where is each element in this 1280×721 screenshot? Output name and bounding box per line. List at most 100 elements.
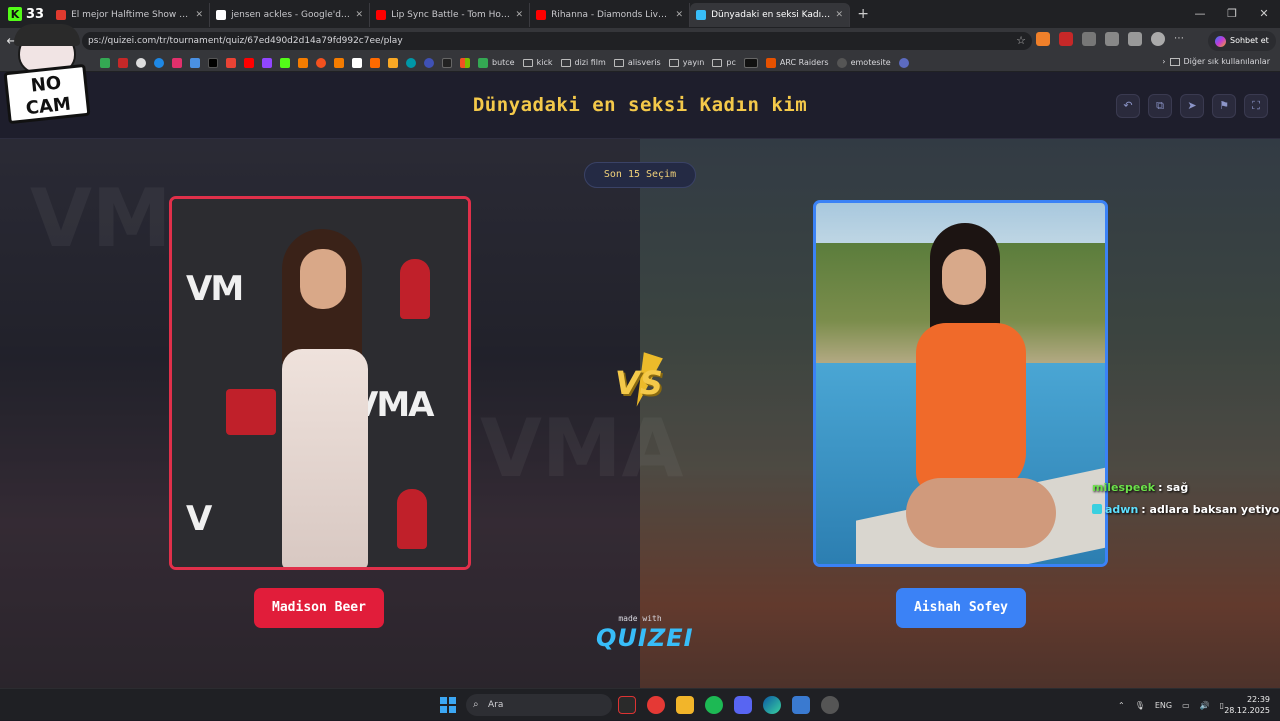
edge-icon[interactable] <box>763 696 781 714</box>
hb-icon[interactable] <box>334 57 344 68</box>
report-flag-button[interactable]: ⚑ <box>1212 94 1236 118</box>
taskbar-search[interactable]: ⌕ Ara <box>466 694 612 716</box>
youtube-icon[interactable] <box>244 57 254 68</box>
bookmark-folder-alisveris[interactable]: alisveris <box>613 58 661 67</box>
bookmark-folder-pc[interactable]: pc <box>712 58 736 67</box>
chat-username: milespeek <box>1092 480 1156 494</box>
bookmark-arc-raiders[interactable]: ARC Raiders <box>765 57 829 68</box>
app-icon[interactable] <box>821 696 839 714</box>
microphone-icon[interactable]: 🎙 <box>1135 701 1145 710</box>
tab-close-icon[interactable]: ✕ <box>676 10 684 20</box>
bookmark-icon[interactable] <box>154 57 164 68</box>
option-card-right[interactable] <box>813 200 1108 567</box>
url-field[interactable]: ps://quizei.com/tr/tournament/quiz/67ed4… <box>82 32 1032 50</box>
app-icon[interactable] <box>792 696 810 714</box>
extension-icon[interactable] <box>1036 32 1050 46</box>
favorites-icon[interactable] <box>1128 32 1142 46</box>
split-screen-icon[interactable] <box>1105 32 1119 46</box>
amazon-icon[interactable] <box>352 57 362 68</box>
bookmark-icon[interactable] <box>442 57 452 68</box>
bookmark-icon[interactable] <box>898 57 909 68</box>
kick-icon[interactable] <box>280 57 290 68</box>
bookmark-folder-yayin[interactable]: yayın <box>668 58 704 67</box>
bookmark-emotesite[interactable]: emotesite <box>836 57 891 68</box>
browser-tab[interactable]: Rihanna - Diamonds Live Victoria's ✕ <box>530 3 691 27</box>
taskbar-clock[interactable]: 22:39 28.12.2025 <box>1224 694 1270 716</box>
tab-close-icon[interactable]: ✕ <box>196 10 204 20</box>
instagram-icon[interactable] <box>172 57 182 68</box>
network-icon[interactable]: ▭ <box>1182 701 1190 710</box>
gmail-icon[interactable] <box>226 57 236 68</box>
puzzle-icon[interactable] <box>1082 32 1096 46</box>
photo-backdrop-logo: VM <box>186 269 244 309</box>
tab-close-icon[interactable]: ✕ <box>516 10 524 20</box>
choose-left-button[interactable]: Madison Beer <box>254 588 384 628</box>
bookmark-icon[interactable] <box>406 57 416 68</box>
profile-avatar[interactable] <box>1151 32 1165 46</box>
minimize-icon[interactable]: — <box>1184 0 1216 28</box>
restore-icon[interactable]: ❐ <box>1216 0 1248 28</box>
spotify-icon[interactable] <box>705 696 723 714</box>
taskbar-apps <box>618 696 839 714</box>
bookmarks-bar: butce kick dizi film alisveris yayın pc … <box>0 54 1280 72</box>
discord-icon[interactable] <box>734 696 752 714</box>
file-explorer-icon[interactable] <box>676 696 694 714</box>
browser-tab[interactable]: Lip Sync Battle - Tom Holland - Yo ✕ <box>370 3 531 27</box>
undo-button[interactable]: ↶ <box>1116 94 1140 118</box>
bookmark-icon[interactable] <box>298 57 308 68</box>
volume-icon[interactable]: 🔊 <box>1200 701 1210 710</box>
clock-date: 28.12.2025 <box>1224 706 1270 715</box>
chevron-right-icon[interactable]: › <box>1162 57 1165 66</box>
bookmark-icon[interactable] <box>370 57 380 68</box>
windows-start-icon[interactable] <box>440 697 456 713</box>
copilot-button[interactable]: Sohbet et <box>1208 31 1276 51</box>
no-cam-overlay: NO CAM <box>3 24 91 125</box>
send-button[interactable]: ➤ <box>1180 94 1204 118</box>
close-window-icon[interactable]: ✕ <box>1248 0 1280 28</box>
bookmark-icon[interactable] <box>388 57 398 68</box>
i <box>449 706 456 713</box>
more-menu-icon[interactable]: ⋯ <box>1174 32 1188 46</box>
bookmark-icon[interactable] <box>118 57 128 68</box>
favorite-star-icon[interactable]: ☆ <box>1016 32 1026 50</box>
share-button[interactable]: ⧉ <box>1148 94 1172 118</box>
i <box>440 706 447 713</box>
window-controls: — ❐ ✕ <box>1184 0 1280 28</box>
chat-username: adwn <box>1105 502 1139 516</box>
bookmark-butce[interactable]: butce <box>478 57 515 68</box>
tab-title: Rihanna - Diamonds Live Victoria's <box>551 10 670 20</box>
fullscreen-button[interactable]: ⛶ <box>1244 94 1268 118</box>
bookmark-icon[interactable] <box>100 57 110 68</box>
x-icon[interactable] <box>208 57 218 68</box>
bookmark-icon[interactable] <box>424 57 434 68</box>
chat-text: : adlara baksan yetiyo <box>1141 502 1280 516</box>
extension-icons: ⋯ <box>1036 32 1188 46</box>
tab-close-icon[interactable]: ✕ <box>356 10 364 20</box>
app-icon[interactable] <box>618 696 636 714</box>
chevron-up-icon[interactable]: ⌃ <box>1118 701 1125 710</box>
bookmark-icon[interactable] <box>743 57 758 68</box>
other-favorites-label: Diğer sık kullanılanlar <box>1183 57 1271 66</box>
bookmark-icon[interactable] <box>136 57 146 68</box>
option-card-left[interactable]: VM VMA V <box>169 196 471 570</box>
versus-emblem: VS <box>607 352 673 410</box>
language-indicator[interactable]: ENG <box>1155 701 1172 710</box>
contestant-photo-left: VM VMA V <box>172 199 468 567</box>
twitch-icon[interactable] <box>262 57 272 68</box>
bookmark-folder-kick[interactable]: kick <box>522 58 553 67</box>
bookmark-folder-dizi-film[interactable]: dizi film <box>560 58 606 67</box>
folder-icon <box>560 58 571 67</box>
app-icon[interactable] <box>647 696 665 714</box>
browser-tab-active[interactable]: Dünyadaki en seksi Kadın kim - Ti ✕ <box>690 3 851 27</box>
microsoft-icon[interactable] <box>460 57 470 68</box>
youtube-favicon-icon <box>376 10 387 20</box>
other-favorites[interactable]: › Diğer sık kullanılanlar <box>1162 57 1270 66</box>
bookmark-icon[interactable] <box>190 57 200 68</box>
choose-right-button[interactable]: Aishah Sofey <box>896 588 1026 628</box>
quizei-logo[interactable]: QUIZEI <box>596 624 693 652</box>
tab-close-icon[interactable]: ✕ <box>836 10 844 20</box>
bookmark-icon[interactable] <box>316 57 326 68</box>
browser-tab[interactable]: jensen ackles - Google'da Ara ✕ <box>210 3 371 27</box>
new-tab-button[interactable]: + <box>850 6 876 22</box>
extension-icon[interactable] <box>1059 32 1073 46</box>
